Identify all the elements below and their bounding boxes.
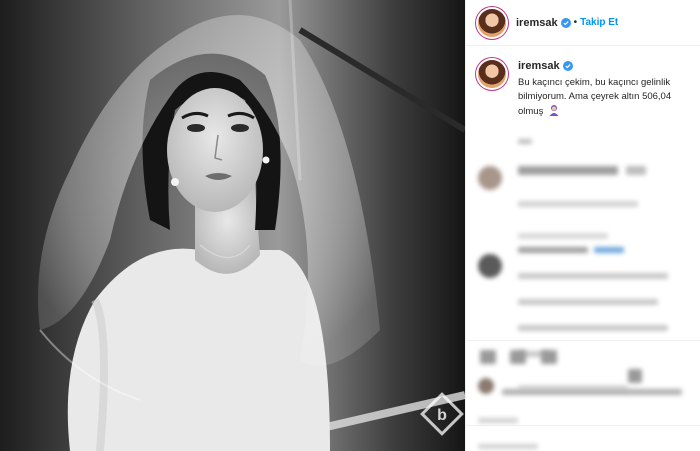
verified-badge-icon — [560, 17, 571, 28]
caption-block: iremsak Bu kaçıncı çekim, bu kaçıncı gel… — [466, 46, 700, 149]
verified-badge-icon — [562, 61, 573, 71]
svg-text:b: b — [437, 407, 447, 424]
caption-avatar[interactable] — [478, 60, 506, 88]
username-link[interactable]: iremsak — [516, 17, 558, 29]
site-watermark-logo: b — [420, 392, 464, 436]
caption-timestamp — [518, 131, 688, 149]
profile-avatar[interactable] — [478, 8, 506, 37]
comment-item — [478, 162, 692, 244]
follow-button[interactable]: Takip Et — [580, 17, 618, 28]
liker-avatar — [478, 378, 494, 394]
add-comment-field[interactable] — [478, 436, 692, 451]
caption-username[interactable]: iremsak — [518, 60, 560, 72]
comment-icon[interactable] — [510, 350, 527, 364]
woman-emoji-icon — [549, 105, 559, 116]
like-icon[interactable] — [480, 350, 496, 364]
comment-avatar — [478, 166, 502, 190]
caption-body: Bu kaçıncı çekim, bu kaçıncı gelinlik bi… — [518, 77, 672, 117]
caption-text: Bu kaçıncı çekim, bu kaçıncı gelinlik bi… — [518, 76, 688, 119]
comment-avatar — [478, 254, 502, 278]
share-icon[interactable] — [540, 350, 557, 364]
post-header: iremsak • Takip Et — [466, 0, 700, 46]
divider — [466, 340, 700, 341]
post-photo: b — [0, 0, 465, 451]
divider — [466, 425, 700, 426]
bride-photo-image — [0, 0, 465, 451]
post-sidebar: iremsak • Takip Et iremsak Bu kaçıncı çe… — [465, 0, 700, 451]
separator-dot: • — [573, 17, 578, 28]
likes-row — [478, 378, 692, 428]
